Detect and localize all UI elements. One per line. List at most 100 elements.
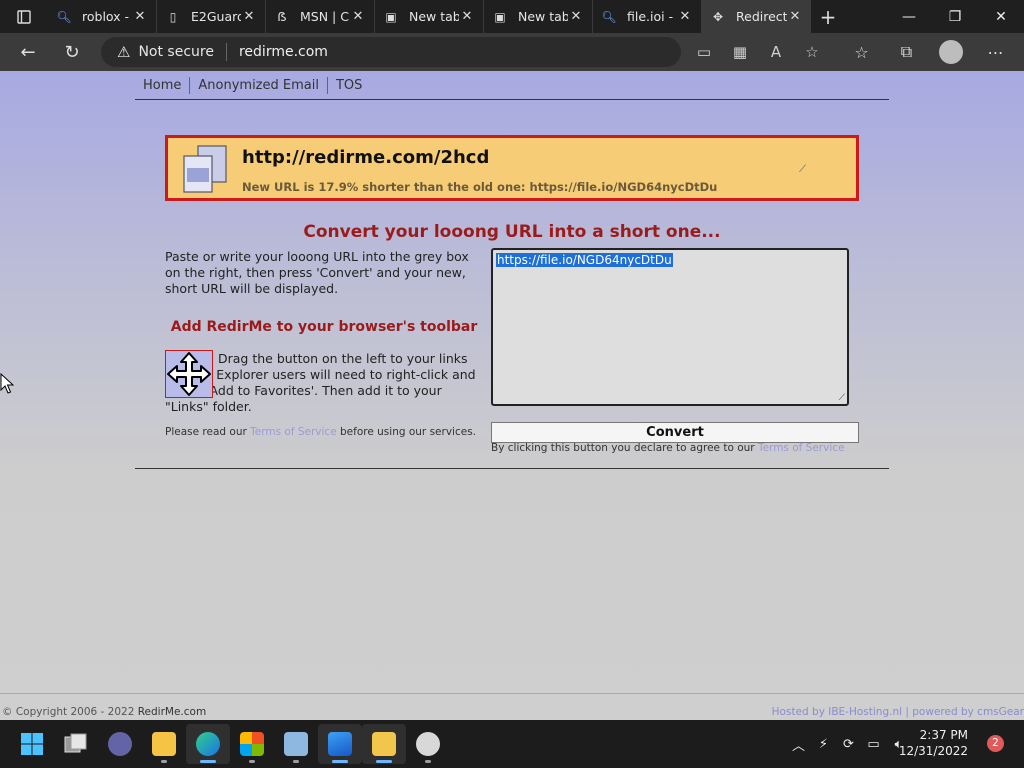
folder-app-icon[interactable] <box>362 724 406 764</box>
long-url-textarea[interactable]: https://file.io/NGD64nycDtDu ⟋ <box>491 248 849 406</box>
tab-redirect[interactable]: ✥ Redirect ✕ <box>702 0 811 33</box>
profile-avatar[interactable] <box>939 40 963 64</box>
read-aloud-icon[interactable]: A <box>758 43 794 61</box>
minimize-icon[interactable]: — <box>886 0 932 33</box>
agree-note: By clicking this button you declare to a… <box>491 442 845 454</box>
close-icon[interactable]: ✕ <box>241 9 257 24</box>
instructions-text: Paste or write your looong URL into the … <box>165 249 469 296</box>
document-icon: ▯ <box>169 9 177 24</box>
nav-tos[interactable]: TOS <box>328 77 370 94</box>
chevron-up-icon[interactable]: ︿ <box>786 735 811 754</box>
drag-instructions: Drag the button on the left to your link… <box>165 351 476 414</box>
tab-title: E2Guard <box>191 9 241 24</box>
collections-icon[interactable]: ⧉ <box>884 42 929 62</box>
powered-link[interactable]: powered by cmsGear <box>912 706 1024 718</box>
display-icon[interactable]: ▭ <box>861 737 886 752</box>
tab-title: MSN | C <box>300 9 349 24</box>
tab-newtab-2[interactable]: ▣ New tab ✕ <box>484 0 593 33</box>
hosted-link[interactable]: Hosted by IBE-Hosting.nl <box>772 706 902 718</box>
search-icon: 🔍︎ <box>56 9 72 24</box>
clock-app-icon[interactable] <box>406 724 450 764</box>
site-nav: Home Anonymized Email TOS <box>135 71 889 100</box>
sync-icon[interactable]: ⟳ <box>836 737 861 752</box>
newtab-icon: ▣ <box>385 9 397 24</box>
close-icon[interactable]: ✕ <box>459 9 475 24</box>
taskbar: ︿ ⚡ ⟳ ▭ 🔈︎ 2:37 PM 12/31/2022 2 <box>0 720 1024 768</box>
url-text[interactable]: redirme.com <box>239 44 328 60</box>
shorten-info: New URL is 17.9% shorter than the old on… <box>242 180 718 194</box>
nav-home[interactable]: Home <box>135 76 191 94</box>
task-view-icon[interactable] <box>54 724 98 764</box>
short-url[interactable]: http://redirme.com/2hcd <box>242 147 489 168</box>
tab-roblox[interactable]: 🔍︎ roblox - ✕ <box>48 0 157 33</box>
add-favorite-icon[interactable]: ☆ <box>794 43 830 61</box>
battery-saver-icon[interactable]: ⚡ <box>811 737 836 752</box>
newtab-icon: ▣ <box>494 9 506 24</box>
app-available-icon[interactable]: ▭ <box>686 43 722 61</box>
tab-msn[interactable]: ẞ MSN | C ✕ <box>266 0 375 33</box>
divider <box>135 468 889 469</box>
page-footer: © Copyright 2006 - 2022 RedirMe.com Host… <box>0 693 1024 720</box>
address-tools: ▭ ▦ A ☆ <box>686 33 830 71</box>
tab-actions-icon[interactable] <box>0 0 48 33</box>
clock[interactable]: 2:37 PM 12/31/2022 <box>888 727 968 759</box>
move-icon[interactable] <box>165 350 213 398</box>
msn-icon: ẞ <box>277 9 287 24</box>
tab-newtab-1[interactable]: ▣ New tab ✕ <box>375 0 484 33</box>
tab-title: New tab <box>409 9 459 24</box>
web-page: Home Anonymized Email TOS http://redirme… <box>0 71 1024 720</box>
teams-chat-icon[interactable] <box>98 724 142 764</box>
close-icon[interactable]: ✕ <box>350 9 366 24</box>
documents-icon <box>183 145 227 193</box>
tos-prefix: Please read our <box>165 426 247 438</box>
edge-icon[interactable] <box>186 724 230 764</box>
page-headline: Convert your looong URL into a short one… <box>303 222 721 242</box>
back-icon[interactable]: ← <box>6 33 50 71</box>
hosted-by: Hosted by IBE-Hosting.nl | powered by cm… <box>772 706 1024 718</box>
site-name: RedirMe.com <box>137 706 207 718</box>
tab-title: file.ioi - <box>627 9 674 24</box>
notification-badge[interactable]: 2 <box>987 735 1004 752</box>
tos-link[interactable]: Terms of Service <box>250 426 337 438</box>
tab-title: roblox - <box>82 9 130 24</box>
qr-icon[interactable]: ▦ <box>722 43 758 61</box>
favorites-icon[interactable]: ☆ <box>839 43 884 62</box>
photos-icon[interactable] <box>318 724 362 764</box>
browser-tools: ☆ ⧉ ⋯ <box>839 33 1018 71</box>
divider <box>225 43 227 61</box>
agree-tos-link[interactable]: Terms of Service <box>758 442 845 454</box>
convert-button[interactable]: Convert <box>491 422 859 443</box>
warning-icon[interactable]: ⚠ <box>117 43 130 61</box>
close-window-icon[interactable]: ✕ <box>978 0 1024 33</box>
tab-e2guard[interactable]: ▯ E2Guard ✕ <box>157 0 266 33</box>
resize-grip-icon[interactable]: ⟋ <box>799 164 806 175</box>
taskbar-apps <box>10 720 450 768</box>
url-box[interactable]: ⚠ Not secure redirme.com <box>101 37 681 67</box>
tab-fileio[interactable]: 🔍︎ file.ioi - ✕ <box>593 0 702 33</box>
start-icon[interactable] <box>10 724 54 764</box>
menu-icon[interactable]: ⋯ <box>973 43 1018 62</box>
toolbar-heading: Add RedirMe to your browser's toolbar <box>170 319 478 335</box>
store-icon[interactable] <box>230 724 274 764</box>
tab-strip: 🔍︎ roblox - ✕ ▯ E2Guard ✕ ẞ MSN | C ✕ ▣ … <box>0 0 1024 33</box>
close-icon[interactable]: ✕ <box>132 9 148 24</box>
tos-note: Please read our Terms of Service before … <box>165 426 476 438</box>
search-icon: 🔍︎ <box>601 9 617 24</box>
resize-handle-icon[interactable]: ⟋ <box>839 393 845 403</box>
mouse-cursor-icon <box>0 373 14 394</box>
file-explorer-icon[interactable] <box>142 724 186 764</box>
footer-sep: | <box>905 706 909 718</box>
close-icon[interactable]: ✕ <box>787 9 803 24</box>
new-tab-button[interactable]: + <box>811 0 845 33</box>
url-value[interactable]: https://file.io/NGD64nycDtDu <box>496 253 673 267</box>
agree-prefix: By clicking this button you declare to a… <box>491 442 755 454</box>
copyright-text: © Copyright 2006 - 2022 <box>2 706 135 718</box>
refresh-icon[interactable]: ↻ <box>50 33 94 71</box>
control-panel-icon[interactable] <box>274 724 318 764</box>
close-icon[interactable]: ✕ <box>677 9 693 24</box>
tos-suffix: before using our services. <box>340 426 476 438</box>
security-label[interactable]: Not secure <box>138 44 214 60</box>
close-icon[interactable]: ✕ <box>568 9 584 24</box>
restore-icon[interactable]: ❐ <box>932 0 978 33</box>
nav-anonymized-email[interactable]: Anonymized Email <box>190 76 328 94</box>
